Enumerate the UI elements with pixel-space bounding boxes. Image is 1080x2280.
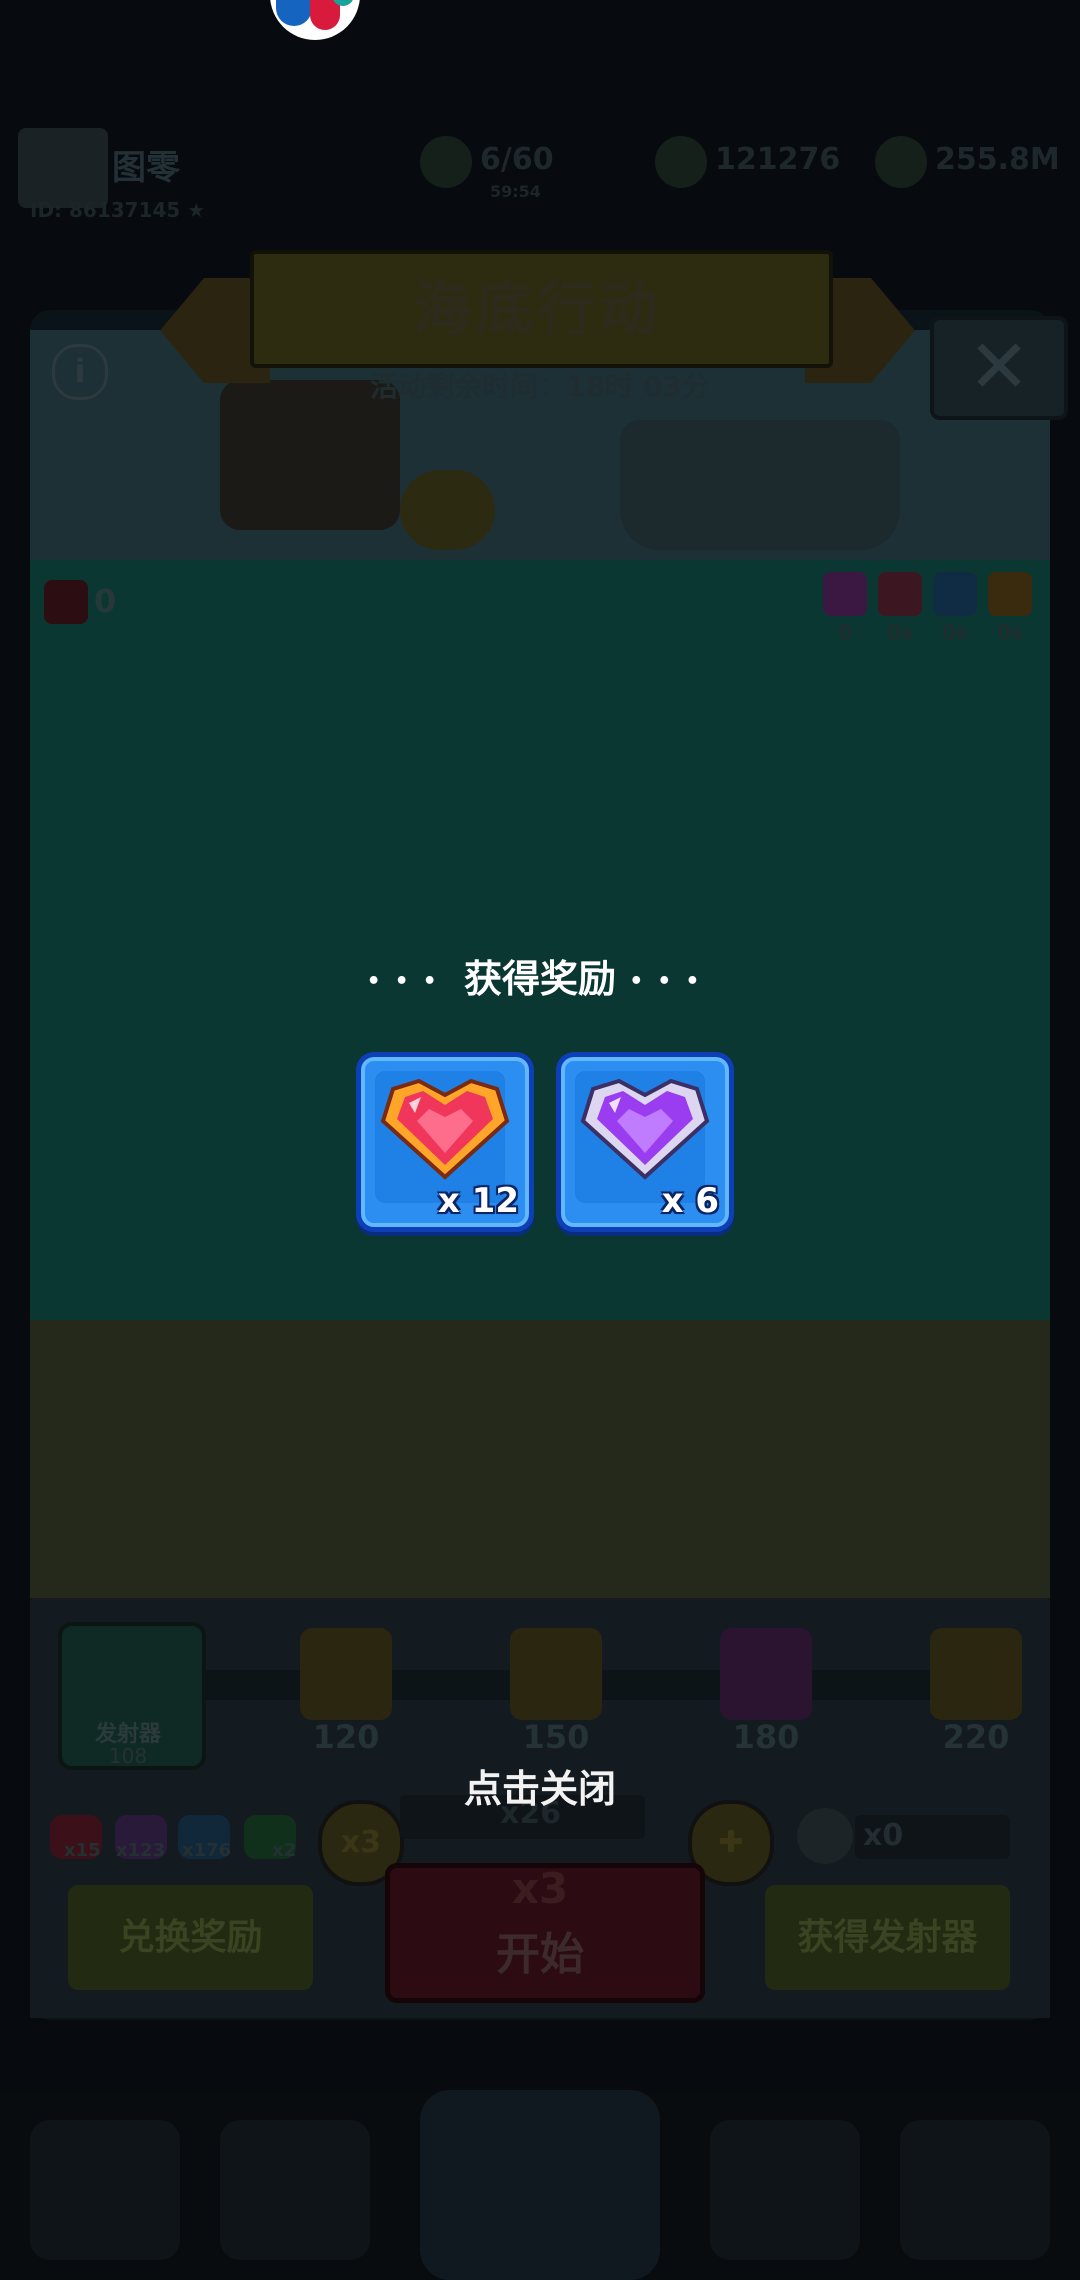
nav-battle-icon[interactable] bbox=[420, 2090, 660, 2280]
reward-dialog-title: ••• 获得奖励 ••• bbox=[0, 948, 1080, 1003]
start-label: 开始 bbox=[496, 1929, 584, 1980]
kill-icon bbox=[44, 580, 88, 624]
exchange-rewards-button[interactable]: 兑换奖励 bbox=[68, 1885, 313, 1990]
chest-icon[interactable] bbox=[300, 1628, 392, 1720]
lightning-buff-icon bbox=[988, 572, 1032, 616]
stat-coin[interactable]: 255.8M bbox=[875, 130, 1075, 196]
reward-quantity: x 12 bbox=[437, 1181, 519, 1221]
arrow-ammo-icon bbox=[420, 136, 472, 188]
kill-count: 0 bbox=[94, 582, 117, 620]
gem-count: x15 bbox=[64, 1840, 101, 1861]
gem-count: x2 bbox=[272, 1840, 297, 1861]
dots-decoration: ••• bbox=[366, 969, 451, 994]
nav-skills-icon[interactable] bbox=[710, 2120, 860, 2260]
coin-icon bbox=[875, 136, 927, 188]
event-title: 海底行动 bbox=[413, 275, 662, 343]
chest-threshold: 180 bbox=[732, 1718, 800, 1756]
cash-icon bbox=[655, 136, 707, 188]
close-button[interactable]: ✕ bbox=[930, 316, 1068, 420]
status-bar: 图零 ID: 86137145 ★ 6/60 59:54 121276 255.… bbox=[0, 110, 1080, 222]
red-heart-gem-icon bbox=[375, 1073, 515, 1183]
nav-armor-icon[interactable] bbox=[220, 2120, 370, 2260]
buff-label: 0s bbox=[997, 620, 1023, 644]
web-count: x0 bbox=[863, 1818, 904, 1853]
chest-icon[interactable] bbox=[720, 1628, 812, 1720]
gem-count: x123 bbox=[116, 1840, 166, 1861]
event-timer: 活动剩余时间：18时 03分 bbox=[370, 370, 710, 403]
chest-icon[interactable] bbox=[510, 1628, 602, 1720]
get-launcher-button[interactable]: 获得发射器 bbox=[765, 1885, 1010, 1990]
chest-threshold: 220 bbox=[942, 1718, 1010, 1756]
reward-item: x 12 bbox=[356, 1052, 534, 1232]
chest-threshold: 120 bbox=[312, 1718, 380, 1756]
scene-sand bbox=[30, 1320, 1050, 1600]
avatar[interactable] bbox=[18, 128, 108, 208]
boat bbox=[620, 420, 900, 550]
app-logo bbox=[270, 0, 360, 40]
gem-count: x176 bbox=[182, 1840, 232, 1861]
reward-item: x 6 bbox=[556, 1052, 734, 1232]
nav-events-icon[interactable] bbox=[900, 2120, 1050, 2260]
buff-label: 0s bbox=[942, 620, 968, 644]
purple-heart-gem-icon bbox=[575, 1073, 715, 1183]
gear-buff-icon bbox=[823, 572, 867, 616]
tap-to-close-hint[interactable]: 点击关闭 bbox=[0, 1758, 1080, 1813]
chest-icon[interactable] bbox=[930, 1628, 1022, 1720]
reward-quantity: x 6 bbox=[661, 1181, 719, 1221]
stat-cash[interactable]: 121276 bbox=[655, 130, 865, 196]
chest-threshold: 150 bbox=[522, 1718, 590, 1756]
info-icon[interactable]: i bbox=[52, 344, 108, 400]
buff-label: 0s bbox=[887, 620, 913, 644]
start-cost: x3 bbox=[511, 1864, 569, 1913]
player-id: ID: 86137145 ★ bbox=[30, 198, 206, 222]
wolf-buff-icon bbox=[878, 572, 922, 616]
scene-sea bbox=[30, 560, 1050, 1320]
web-icon bbox=[797, 1808, 853, 1864]
player-name: 图零 bbox=[112, 148, 180, 188]
duck-float bbox=[400, 470, 495, 550]
reward-title-text: 获得奖励 bbox=[463, 957, 616, 1001]
stamina-timer: 59:54 bbox=[490, 182, 541, 201]
dots-decoration: ••• bbox=[629, 969, 714, 994]
snowflake-buff-icon bbox=[933, 572, 977, 616]
nav-shop-icon[interactable] bbox=[30, 2120, 180, 2260]
buff-label: 0 bbox=[838, 620, 852, 644]
